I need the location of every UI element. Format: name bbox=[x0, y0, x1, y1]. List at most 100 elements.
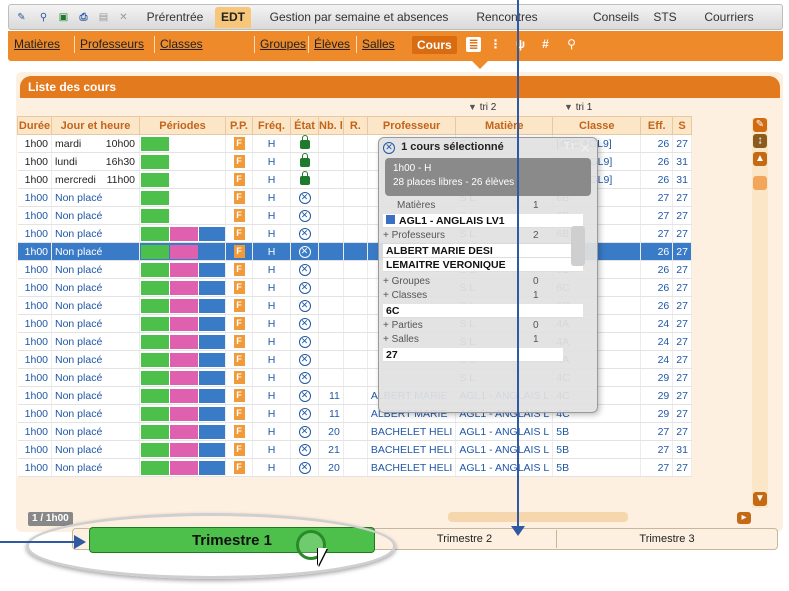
panel-title: Liste des cours bbox=[20, 76, 780, 98]
submenu-cours[interactable]: Cours bbox=[412, 36, 457, 54]
document-icon[interactable]: ▤ bbox=[95, 10, 112, 26]
tab-gestion-semaine[interactable]: Gestion par semaine et absences bbox=[255, 7, 463, 28]
scroll-right-button[interactable]: ▸ bbox=[737, 512, 751, 524]
edit-menu-icon[interactable]: ✎ bbox=[13, 10, 30, 26]
tab-rencontres[interactable]: Rencontres bbox=[467, 7, 547, 28]
popup-prof-2[interactable]: LEMAITRE VERONIQUE bbox=[383, 258, 583, 272]
scroll-up-button[interactable]: ▲ bbox=[753, 152, 767, 166]
popup-matiere-value[interactable]: AGL1 - ANGLAIS LV1 bbox=[383, 214, 583, 228]
cell-pp: F bbox=[225, 440, 253, 459]
unplaced-icon: ✕ bbox=[298, 246, 311, 258]
cell-nb bbox=[318, 314, 344, 333]
tab-courriers[interactable]: Courriers bbox=[689, 7, 769, 28]
cell-matiere: AGL1 - ANGLAIS L bbox=[455, 458, 554, 477]
cell-r bbox=[343, 314, 368, 333]
column-header[interactable]: Classe bbox=[552, 116, 642, 135]
section-salles[interactable]: + Salles 1 bbox=[383, 334, 593, 348]
submenu-classes[interactable]: Classes bbox=[160, 37, 203, 51]
pp-badge: F bbox=[233, 209, 245, 222]
cell-s: 27 bbox=[672, 260, 692, 279]
period-bar bbox=[141, 245, 169, 259]
jour-label: Non placé bbox=[55, 245, 103, 258]
column-header[interactable]: Professeur bbox=[366, 116, 457, 135]
submenu-matieres[interactable]: Matières bbox=[14, 37, 60, 51]
table-row[interactable]: 1h00 Non placé F H ✕ 20 BACHELET HELI AGL1 - AN… bbox=[17, 422, 692, 441]
trimestre-3-button[interactable]: Trimestre 3 bbox=[557, 530, 777, 548]
wrench-icon[interactable]: ✎ bbox=[753, 118, 767, 132]
scroll-down-button[interactable]: ▼ bbox=[753, 492, 767, 506]
cell-freq: H bbox=[252, 440, 291, 459]
section-parties[interactable]: + Parties 0 bbox=[383, 320, 593, 334]
column-header[interactable]: Matière bbox=[455, 116, 554, 135]
pp-badge: F bbox=[233, 245, 245, 258]
submenu-professeurs[interactable]: Professeurs bbox=[80, 37, 144, 51]
table-row[interactable]: 1h00 Non placé F H ✕ 21 BACHELET HELI AGL1 - AN… bbox=[17, 440, 692, 459]
tab-edt[interactable]: EDT bbox=[215, 7, 251, 28]
cell-eff: 29 bbox=[640, 386, 674, 405]
submenu-groupes[interactable]: Groupes bbox=[260, 37, 306, 51]
tab-conseils[interactable]: Conseils bbox=[587, 7, 645, 28]
column-header[interactable]: Nb. l bbox=[318, 116, 344, 135]
cell-s: 27 bbox=[672, 314, 692, 333]
search-icon[interactable]: ⚲ bbox=[564, 37, 579, 52]
cell-s: 31 bbox=[672, 152, 692, 171]
period-bar bbox=[199, 443, 225, 457]
cell-freq: H bbox=[252, 314, 291, 333]
submenu-salles[interactable]: Salles bbox=[362, 37, 395, 51]
cell-etat: ✕ bbox=[290, 422, 319, 441]
column-header[interactable]: Durée bbox=[17, 116, 52, 135]
popup-prof-scrollbar[interactable] bbox=[571, 226, 585, 266]
column-header[interactable]: Jour et heure bbox=[51, 116, 140, 135]
cell-s: 31 bbox=[672, 440, 692, 459]
chart-icon[interactable]: ψ bbox=[513, 37, 528, 52]
unplaced-icon: ✕ bbox=[298, 336, 311, 348]
save-icon[interactable]: ▣ bbox=[55, 10, 72, 26]
column-header[interactable]: S bbox=[672, 116, 692, 135]
calendar-grid-icon[interactable]: # bbox=[538, 37, 553, 52]
trimestre-2-button[interactable]: Trimestre 2 bbox=[373, 530, 557, 548]
column-header[interactable]: Fréq. bbox=[252, 116, 291, 135]
scroll-thumb[interactable] bbox=[753, 176, 767, 190]
section-groupes[interactable]: + Groupes 0 bbox=[383, 276, 593, 290]
grid-icon[interactable]: ⋮ bbox=[488, 37, 503, 52]
pp-badge: F bbox=[233, 461, 245, 474]
cell-etat: ✕ bbox=[290, 224, 319, 243]
search-user-icon[interactable]: ⚲ bbox=[35, 10, 52, 26]
mouse-cursor-icon bbox=[318, 548, 327, 566]
text-size-icon[interactable]: Tт bbox=[564, 141, 575, 152]
tools-icon[interactable]: ✕ bbox=[115, 10, 132, 26]
column-header[interactable]: Eff. bbox=[640, 116, 674, 135]
column-header[interactable]: P.P. bbox=[225, 116, 253, 135]
cell-eff: 26 bbox=[640, 152, 674, 171]
vertical-scrollbar[interactable]: ✎ ↨ ▲ ▼ bbox=[752, 118, 768, 508]
sort-indicator-2[interactable]: ▼ tri 2 bbox=[468, 102, 496, 113]
column-header[interactable]: État bbox=[290, 116, 319, 135]
period-bar bbox=[141, 335, 169, 349]
popup-salle-value[interactable]: 27 bbox=[383, 348, 563, 362]
tab-prerentree[interactable]: Prérentrée bbox=[139, 7, 211, 28]
sort-indicator-1[interactable]: ▼ tri 1 bbox=[564, 102, 592, 113]
horizontal-scrollbar[interactable] bbox=[448, 512, 628, 522]
period-bar bbox=[141, 353, 169, 367]
cell-duree: 1h00 bbox=[17, 332, 52, 351]
cell-jour: mardi 10h00 bbox=[51, 134, 140, 153]
print-icon[interactable]: ⎙ bbox=[75, 10, 92, 26]
period-bar bbox=[199, 461, 225, 475]
tab-sts[interactable]: STS bbox=[647, 7, 683, 28]
unplaced-icon: ✕ bbox=[298, 354, 311, 366]
column-header[interactable]: Périodes bbox=[139, 116, 226, 135]
popup-classe-value[interactable]: 6C bbox=[383, 304, 583, 318]
column-header[interactable]: R. bbox=[342, 116, 368, 135]
submenu-eleves[interactable]: Élèves bbox=[314, 37, 350, 51]
popup-prof-1[interactable]: ALBERT MARIE DESI bbox=[383, 244, 583, 258]
section-professeurs[interactable]: + Professeurs 2 bbox=[383, 230, 593, 244]
period-bar bbox=[141, 155, 169, 169]
cell-etat: ✕ bbox=[290, 242, 319, 261]
callout-line-vertical bbox=[517, 0, 519, 530]
close-icon[interactable]: ✕ bbox=[579, 140, 591, 157]
table-row[interactable]: 1h00 Non placé F H ✕ 20 BACHELET HELI AGL1 - AN… bbox=[17, 458, 692, 477]
cell-nb bbox=[318, 134, 344, 153]
sort-tool-icon[interactable]: ↨ bbox=[753, 134, 767, 148]
section-classes[interactable]: + Classes 1 bbox=[383, 290, 593, 304]
list-icon[interactable]: ≣ bbox=[466, 37, 481, 52]
